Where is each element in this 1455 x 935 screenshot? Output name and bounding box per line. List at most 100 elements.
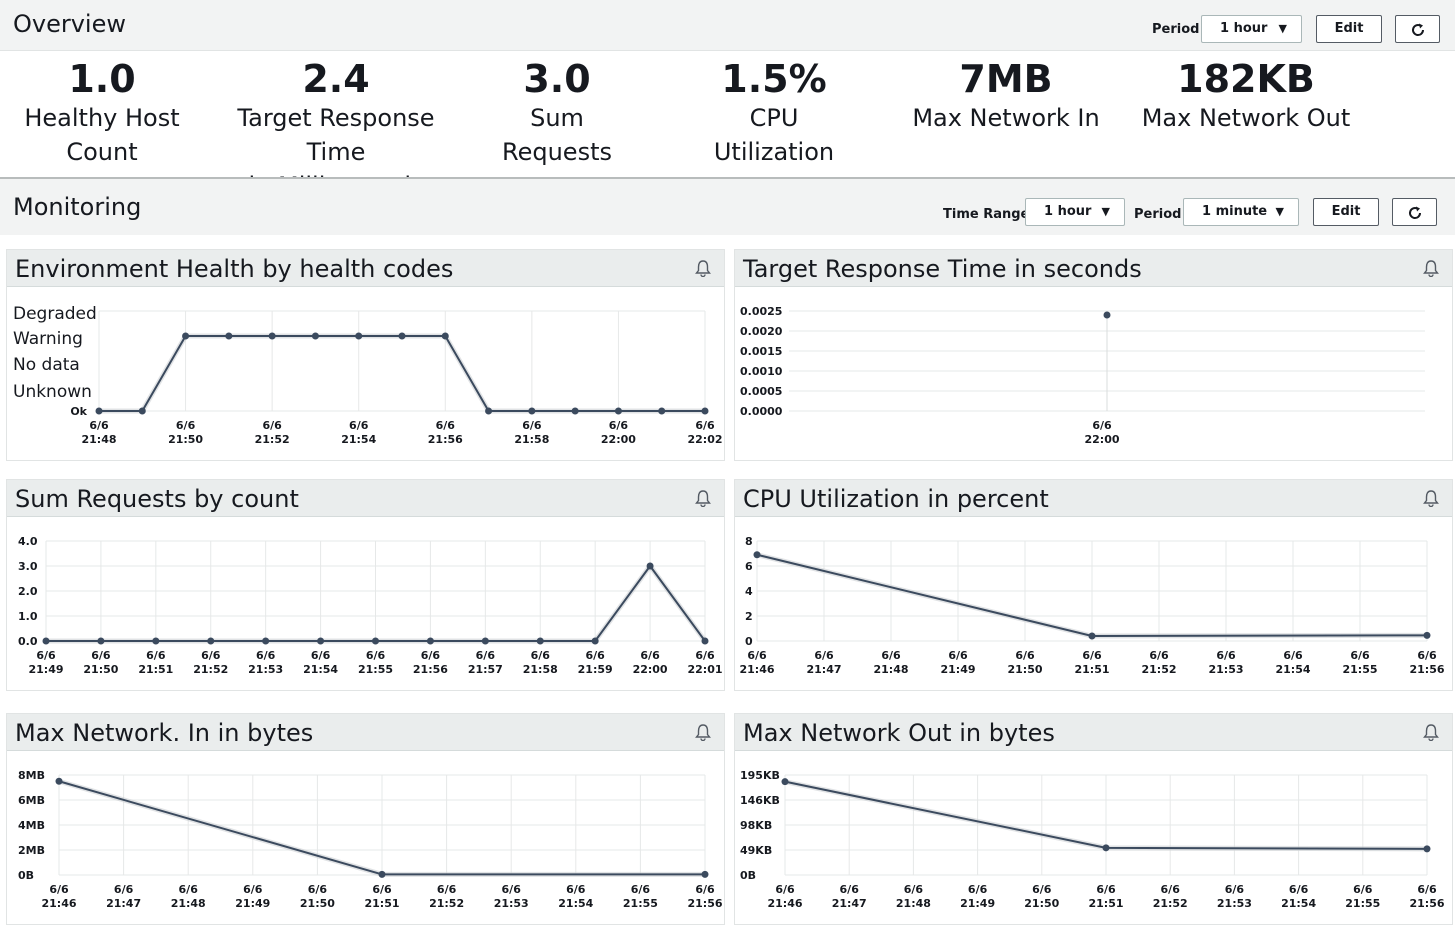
chart-cpu-utilization: 8 6 4 2 06/6 21:46 6/6 21:47 6/6 21:48 6/6 21:49 6/6… xyxy=(739,535,1444,676)
bell-icon[interactable] xyxy=(694,259,712,277)
x-tick-label: 6/6 21:50 xyxy=(83,649,118,676)
x-tick-label: 6/6 21:55 xyxy=(623,883,658,910)
data-point xyxy=(1423,631,1431,639)
x-tick-label: 6/6 21:51 xyxy=(1088,883,1123,910)
x-tick-label: 6/6 22:00 xyxy=(601,419,636,446)
y-tick-label: 8 xyxy=(745,535,753,548)
data-point xyxy=(317,637,325,645)
x-tick-label: 6/6 21:53 xyxy=(248,649,283,676)
panel-header: Target Response Time in seconds xyxy=(735,250,1452,287)
x-tick-label: 6/6 21:58 xyxy=(514,419,549,446)
x-tick-label: 6/6 21:55 xyxy=(1345,883,1380,910)
data-point xyxy=(441,332,449,340)
panel-header: Sum Requests by count xyxy=(7,480,724,517)
caret-down-icon: ▼ xyxy=(1101,205,1110,218)
metric-sum-requests: 3.0 Sum Requests xyxy=(487,57,627,169)
bell-icon[interactable] xyxy=(694,723,712,741)
overview-metrics: 1.0 Healthy Host Count 2.4 Target Respon… xyxy=(0,52,1455,200)
monitoring-refresh-button[interactable] xyxy=(1392,198,1437,226)
y-tick-label: Ok xyxy=(70,405,87,418)
x-tick-label: 6/6 21:50 xyxy=(1024,883,1059,910)
data-point xyxy=(55,777,63,785)
data-point xyxy=(1103,311,1111,319)
data-point xyxy=(138,407,146,415)
x-tick-label: 6/6 21:51 xyxy=(138,649,173,676)
y-tick-label: 4.0 xyxy=(18,535,38,548)
x-tick-label: 6/6 22:00 xyxy=(633,649,668,676)
y-tick-label: 3.0 xyxy=(18,560,38,573)
data-point xyxy=(207,637,215,645)
x-tick-label: 6/6 21:46 xyxy=(41,883,76,910)
x-tick-label: 6/6 21:47 xyxy=(806,649,841,676)
bell-icon[interactable] xyxy=(1422,259,1440,277)
metric-value: 2.4 xyxy=(302,57,370,101)
data-point xyxy=(426,637,434,645)
y-category-label: Warning xyxy=(13,329,83,349)
data-point xyxy=(1423,845,1431,853)
x-tick-label: 6/6 21:48 xyxy=(81,419,116,446)
x-tick-label: 6/6 21:54 xyxy=(303,649,338,676)
panel-max-network-out: Max Network Out in bytes 195KB 146KB 98KB 4… xyxy=(734,713,1453,925)
y-tick-label: 6 xyxy=(745,560,753,573)
x-tick-label: 6/6 21:46 xyxy=(767,883,802,910)
x-tick-label: 6/6 21:50 xyxy=(300,883,335,910)
x-tick-label: 6/6 21:58 xyxy=(523,649,558,676)
y-category-label: Degraded xyxy=(13,304,97,324)
bell-icon[interactable] xyxy=(1422,723,1440,741)
y-tick-label: 0.0025 xyxy=(740,305,782,318)
monitoring-header: Monitoring Time Range 1 hour ▼ Period 1 … xyxy=(0,177,1455,235)
panel-title: Target Response Time in seconds xyxy=(743,255,1142,283)
chart-target-response-time: 0.0025 0.0020 0.0015 0.0010 0.0005 0.0000 6/6 2… xyxy=(740,305,1425,446)
y-tick-label: 146KB xyxy=(740,794,780,807)
overview-refresh-button[interactable] xyxy=(1395,15,1440,43)
monitoring-edit-button[interactable]: Edit xyxy=(1313,198,1379,226)
x-tick-label: 6/6 21:54 xyxy=(341,419,376,446)
x-tick-label: 6/6 22:01 xyxy=(687,649,722,676)
x-tick-label: 6/6 21:48 xyxy=(873,649,908,676)
x-tick-label: 6/6 21:55 xyxy=(1342,649,1377,676)
overview-edit-button[interactable]: Edit xyxy=(1316,15,1382,43)
x-tick-label: 6/6 21:53 xyxy=(1217,883,1252,910)
panel-max-network-in: Max Network. In in bytes 8MB 6MB 4MB 2MB 0B 6… xyxy=(6,713,725,925)
bell-icon[interactable] xyxy=(1422,489,1440,507)
x-tick-label: 6/6 21:53 xyxy=(1208,649,1243,676)
data-point xyxy=(42,637,50,645)
data-point xyxy=(262,637,270,645)
x-tick-label: 6/6 21:56 xyxy=(428,419,463,446)
bell-icon[interactable] xyxy=(694,489,712,507)
x-tick-label: 6/6 21:50 xyxy=(1007,649,1042,676)
time-range-dropdown[interactable]: 1 hour ▼ xyxy=(1025,198,1125,226)
data-point xyxy=(1102,844,1110,852)
x-tick-label: 6/6 21:51 xyxy=(1074,649,1109,676)
x-tick-label: 6/6 21:52 xyxy=(1141,649,1176,676)
chart-max-network-in: 8MB 6MB 4MB 2MB 0B 6/6 21:46 6/6 21:47 6/6 21:48 6/… xyxy=(18,769,723,910)
monitoring-period-dropdown[interactable]: 1 minute ▼ xyxy=(1183,198,1299,226)
period-label: Period xyxy=(1134,207,1182,222)
data-point xyxy=(268,332,276,340)
y-tick-label: 0B xyxy=(740,869,756,882)
metric-label: Target Response Time xyxy=(237,104,435,166)
metric-value: 7MB xyxy=(959,57,1053,101)
panel-title: CPU Utilization in percent xyxy=(743,485,1049,513)
x-tick-label: 6/6 22:02 xyxy=(687,419,722,446)
y-tick-label: 0.0005 xyxy=(740,385,782,398)
x-tick-label: 6/6 21:54 xyxy=(1281,883,1316,910)
period-dropdown[interactable]: 1 hour ▼ xyxy=(1201,15,1302,43)
metric-healthy-host-count: 1.0 Healthy Host Count xyxy=(22,57,182,169)
x-tick-label: 6/6 21:59 xyxy=(578,649,613,676)
panel-header: Max Network Out in bytes xyxy=(735,714,1452,751)
x-tick-label: 6/6 21:54 xyxy=(1275,649,1310,676)
metric-cpu-utilization: 1.5% CPU Utilization xyxy=(704,57,844,169)
x-tick-label: 6/6 21:48 xyxy=(171,883,206,910)
panel-title: Environment Health by health codes xyxy=(15,255,454,283)
x-tick-label: 6/6 21:57 xyxy=(468,649,503,676)
data-point xyxy=(97,637,105,645)
y-tick-label: 2.0 xyxy=(18,585,38,598)
data-point xyxy=(528,407,536,415)
y-tick-label: 0.0010 xyxy=(740,365,783,378)
metric-value: 1.5% xyxy=(721,57,827,101)
metric-label: Sum xyxy=(530,104,584,132)
x-tick-label: 6/6 21:47 xyxy=(106,883,141,910)
y-tick-label: 8MB xyxy=(18,769,45,782)
data-point xyxy=(701,870,709,878)
